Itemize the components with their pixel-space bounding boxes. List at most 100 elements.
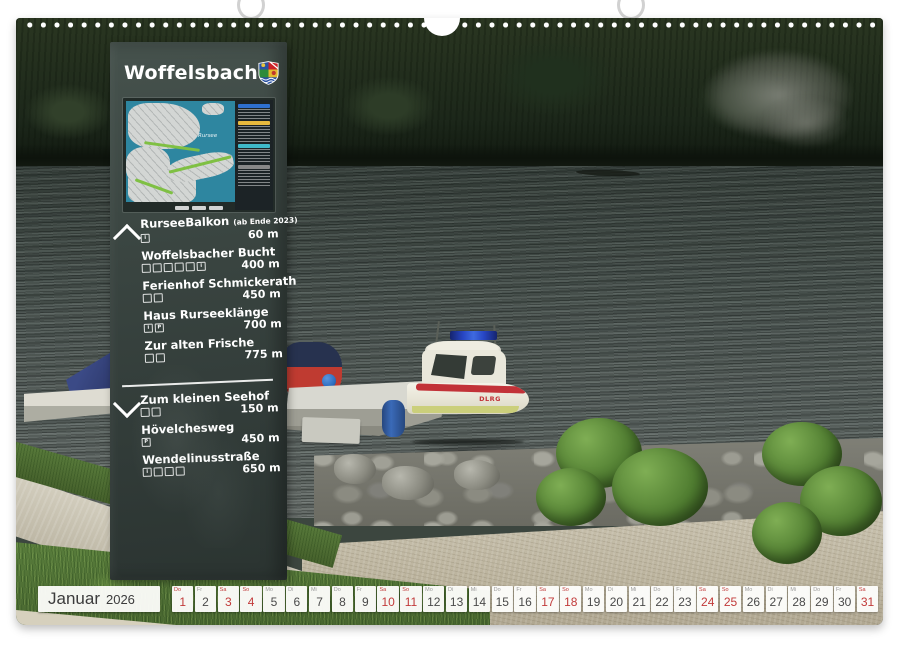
restaurant-icon	[143, 294, 152, 303]
weekday-abbr: Mo	[265, 587, 273, 593]
calendar-day: Fr16	[514, 586, 535, 612]
day-number: 15	[492, 595, 513, 609]
destination-distance: 775 m	[244, 349, 283, 359]
waterline-band	[412, 406, 519, 413]
wc-icon	[186, 262, 195, 271]
weekday-abbr: Sa	[379, 587, 386, 593]
calendar-day: Sa31	[857, 586, 878, 612]
destination-distance: 60 m	[248, 229, 279, 239]
side-window	[471, 356, 497, 375]
chevron-up-icon	[113, 224, 141, 252]
info-icon: i	[143, 468, 152, 477]
bush	[752, 502, 822, 564]
sign-entry: Wendelinusstraßei650 m	[142, 449, 281, 477]
calendar-days: Do1Fr2Sa3So4Mo5Di6Mi7Do8Fr9Sa10So11Mo12D…	[172, 586, 878, 612]
weekday-abbr: Do	[334, 587, 341, 593]
calendar-day: So18	[560, 586, 581, 612]
calendar-day: Fr9	[355, 586, 376, 612]
calendar-day: Do29	[811, 586, 832, 612]
weekday-abbr: Sa	[220, 587, 227, 593]
bush	[612, 448, 708, 526]
windshield	[431, 354, 467, 379]
coat-of-arms-icon	[258, 58, 279, 88]
calendar-day: Do8	[332, 586, 353, 612]
month-label: Januar 2026	[38, 586, 160, 612]
rescue-boat: DLRG	[406, 321, 534, 443]
calendar-day: So25	[720, 586, 741, 612]
area-map: Rursee	[123, 98, 275, 212]
weekday-abbr: Mo	[425, 587, 433, 593]
weekday-abbr: Di	[768, 587, 773, 593]
sign-entry: Woffelsbacher Buchti400 m	[141, 245, 280, 273]
sign-entry: HövelcheswegP450 m	[141, 419, 280, 447]
day-number: 6	[286, 595, 307, 609]
weekday-abbr: Mi	[471, 587, 477, 593]
map-peninsula	[164, 148, 236, 186]
calendar-day: Di20	[606, 586, 627, 612]
calendar-day: Mo12	[423, 586, 444, 612]
day-number: 31	[857, 595, 878, 609]
bed-icon	[151, 407, 160, 416]
map-land	[128, 103, 200, 149]
boat-cabin	[422, 350, 506, 386]
legend-text-lines	[238, 126, 270, 142]
calendar-day: Di 27	[766, 586, 787, 612]
weekday-abbr: Fr	[357, 587, 362, 593]
day-number: 22	[651, 595, 672, 609]
day-number: 21	[629, 595, 650, 609]
calendar-day: Sa24	[697, 586, 718, 612]
weekday-abbr: Sa	[539, 587, 546, 593]
weekday-abbr: Do	[653, 587, 660, 593]
shop-icon	[165, 467, 174, 476]
calendar-day: Mi 14	[469, 586, 490, 612]
weekday-abbr: So	[562, 587, 569, 593]
day-number: 13	[446, 595, 467, 609]
destination-distance: 650 m	[242, 463, 281, 473]
destination-distance: 400 m	[241, 259, 280, 269]
sign-town-name: Woffelsbach	[124, 62, 258, 84]
legend-header-gray	[238, 165, 270, 169]
legend-text-lines	[238, 170, 270, 188]
map-logo-strip	[157, 204, 241, 211]
bed-icon	[154, 293, 163, 302]
boat-waterline-shadow	[412, 439, 524, 445]
info-icon: i	[144, 324, 153, 333]
legend-text-lines	[238, 109, 270, 119]
weekday-abbr: Fr	[197, 587, 202, 593]
sign-entry: Zum kleinen Seehof150 m	[140, 389, 279, 417]
boat-hull: DLRG	[407, 383, 529, 414]
weekday-abbr: Mo	[745, 587, 753, 593]
calendar-day: Mo19	[583, 586, 604, 612]
sign-divider	[122, 379, 273, 387]
calendar-day: So11	[400, 586, 421, 612]
info-icon: i	[141, 234, 150, 243]
sign-entry: Ferienhof Schmickerath450 m	[142, 275, 281, 303]
destination-distance: 450 m	[241, 433, 280, 443]
destinations-ahead: RurseeBalkon (ab Ende 2023)i60 mWoffelsb…	[140, 213, 283, 370]
day-number: 23	[674, 595, 695, 609]
map-lake-label: Rursee	[198, 133, 217, 139]
wayfinding-sign: Woffelsbach	[110, 42, 287, 580]
parking-icon: P	[142, 438, 151, 447]
weekday-abbr: Fr	[516, 587, 521, 593]
day-number: 7	[309, 595, 330, 609]
day-number: 2	[195, 595, 216, 609]
weekday-abbr: So	[402, 587, 409, 593]
day-number: 27	[766, 595, 787, 609]
weekday-abbr: Do	[494, 587, 501, 593]
weekday-abbr: Mi	[311, 587, 317, 593]
day-number: 30	[834, 595, 855, 609]
day-number: 29	[811, 595, 832, 609]
blue-barrel	[382, 400, 405, 437]
restaurant-icon	[145, 354, 154, 363]
trail-icon	[176, 466, 185, 475]
lake-photo: DLRG Woffelsbach	[16, 18, 883, 625]
calendar-page: DLRG Woffelsbach	[0, 0, 899, 648]
concrete-block	[302, 417, 361, 444]
calendar-day: Do 15	[492, 586, 513, 612]
weekday-abbr: Mo	[585, 587, 593, 593]
legend-header-yellow	[238, 121, 270, 125]
boat-label: DLRG	[479, 395, 501, 403]
day-number: 14	[469, 595, 490, 609]
sign-entry: Haus RurseeklängeiP700 m	[143, 305, 282, 333]
